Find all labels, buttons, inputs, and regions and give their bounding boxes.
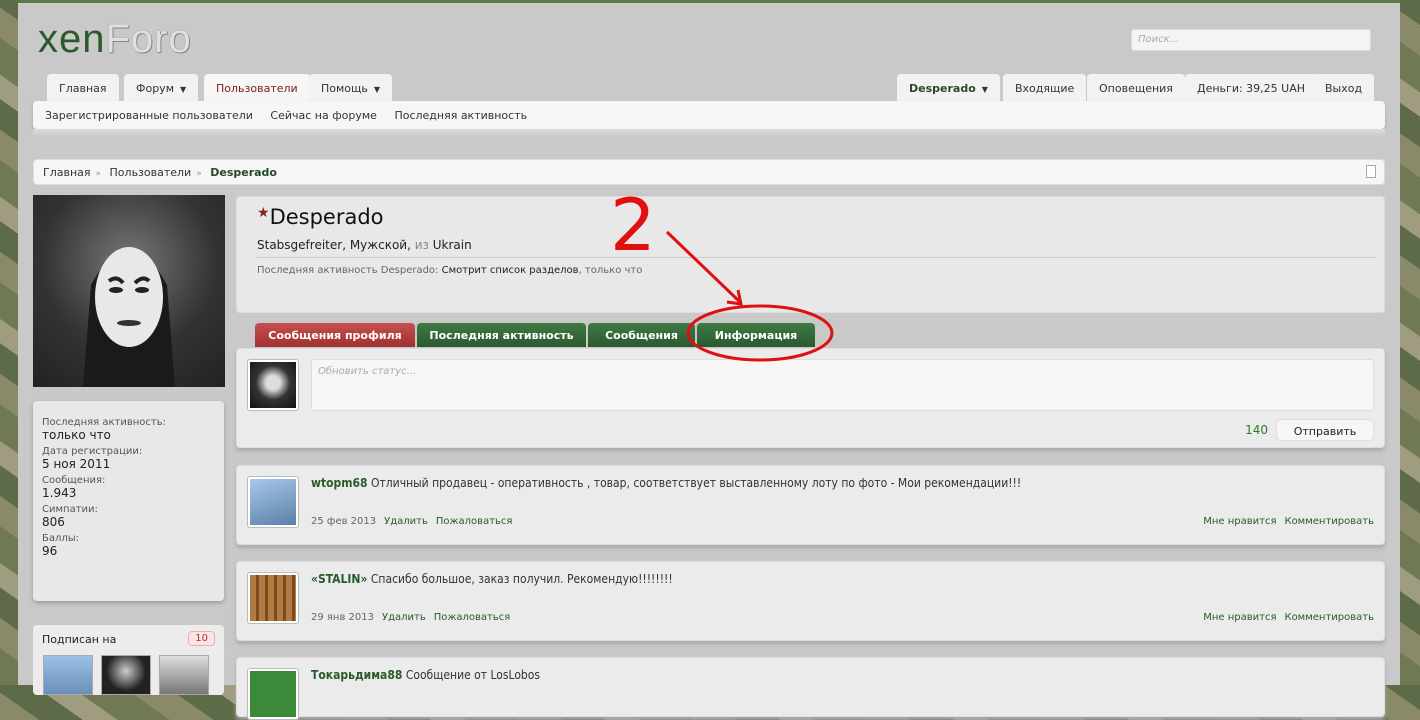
following-avatar[interactable]: [101, 655, 151, 695]
breadcrumb-users[interactable]: Пользователи: [110, 166, 192, 179]
mask-avatar-icon: [83, 247, 175, 387]
user-thumb[interactable]: [247, 476, 299, 528]
sub-navigation: Зарегистрированные пользователи Сейчас н…: [33, 101, 1385, 129]
tab-postings[interactable]: Сообщения: [588, 323, 695, 347]
user-thumb: [247, 359, 299, 411]
profile-name: Desperado: [269, 205, 384, 229]
user-thumb[interactable]: [247, 572, 299, 624]
profile-header: ★Desperado Stabsgefreiter, Мужской, из U…: [236, 196, 1385, 313]
logo[interactable]: xenForo: [38, 17, 192, 62]
page-icon[interactable]: [1366, 165, 1376, 178]
nav-account[interactable]: Desperado ▼: [897, 74, 1000, 102]
chevron-down-icon: ▼: [180, 85, 187, 94]
nav-users[interactable]: Пользователи: [204, 74, 310, 102]
divider: [255, 257, 1376, 258]
nav-money[interactable]: Деньги: 39,25 UAH: [1185, 74, 1318, 102]
chevron-down-icon: ▼: [981, 85, 988, 94]
star-icon: ★: [257, 205, 270, 221]
nav-inbox[interactable]: Входящие: [1003, 74, 1087, 102]
nav-forum[interactable]: Форум ▼: [124, 74, 199, 102]
subnav-registered[interactable]: Зарегистрированные пользователи: [45, 109, 253, 122]
breadcrumb: Главная» Пользователи» Desperado: [33, 159, 1385, 185]
list-item: «STALIN» Спасибо большое, заказ получил.…: [236, 561, 1385, 641]
search-input[interactable]: Поиск...: [1131, 29, 1371, 51]
chevron-down-icon: ▼: [373, 85, 381, 94]
following-avatar[interactable]: [159, 655, 209, 695]
nav-home[interactable]: Главная: [47, 74, 119, 102]
char-counter: 140: [1245, 423, 1268, 437]
nav-logout[interactable]: Выход: [1313, 74, 1375, 102]
page: xenForo Поиск... Главная Форум ▼ Пользова…: [18, 0, 1400, 720]
status-input[interactable]: Обновить статус...: [311, 359, 1374, 411]
tab-information[interactable]: Информация: [697, 323, 815, 347]
breadcrumb-home[interactable]: Главная: [43, 166, 91, 179]
status-panel: Обновить статус... 140 Отправить: [236, 348, 1385, 448]
following-avatar[interactable]: [43, 655, 93, 695]
tab-profile-posts[interactable]: Сообщения профиля: [255, 323, 415, 347]
user-thumb[interactable]: [247, 668, 299, 720]
nav-bottom-bar: [33, 129, 1385, 137]
breadcrumb-current[interactable]: Desperado: [210, 166, 277, 179]
list-item: wtopm68 Отличный продавец - оперативност…: [236, 465, 1385, 545]
nav-alerts[interactable]: Оповещения: [1087, 74, 1185, 102]
tab-recent-activity[interactable]: Последняя активность: [417, 323, 586, 347]
subnav-online[interactable]: Сейчас на форуме: [270, 109, 377, 122]
following-count[interactable]: 10: [188, 631, 215, 646]
submit-button[interactable]: Отправить: [1276, 419, 1374, 441]
profile-avatar: [33, 195, 225, 387]
nav-help[interactable]: Помощь ▼: [309, 74, 393, 102]
subnav-activity[interactable]: Последняя активность: [394, 109, 527, 122]
list-item: Токарьдима88 Сообщение от LosLobos: [236, 657, 1385, 720]
user-stats: Последняя активность: только что Дата рег…: [33, 401, 224, 601]
